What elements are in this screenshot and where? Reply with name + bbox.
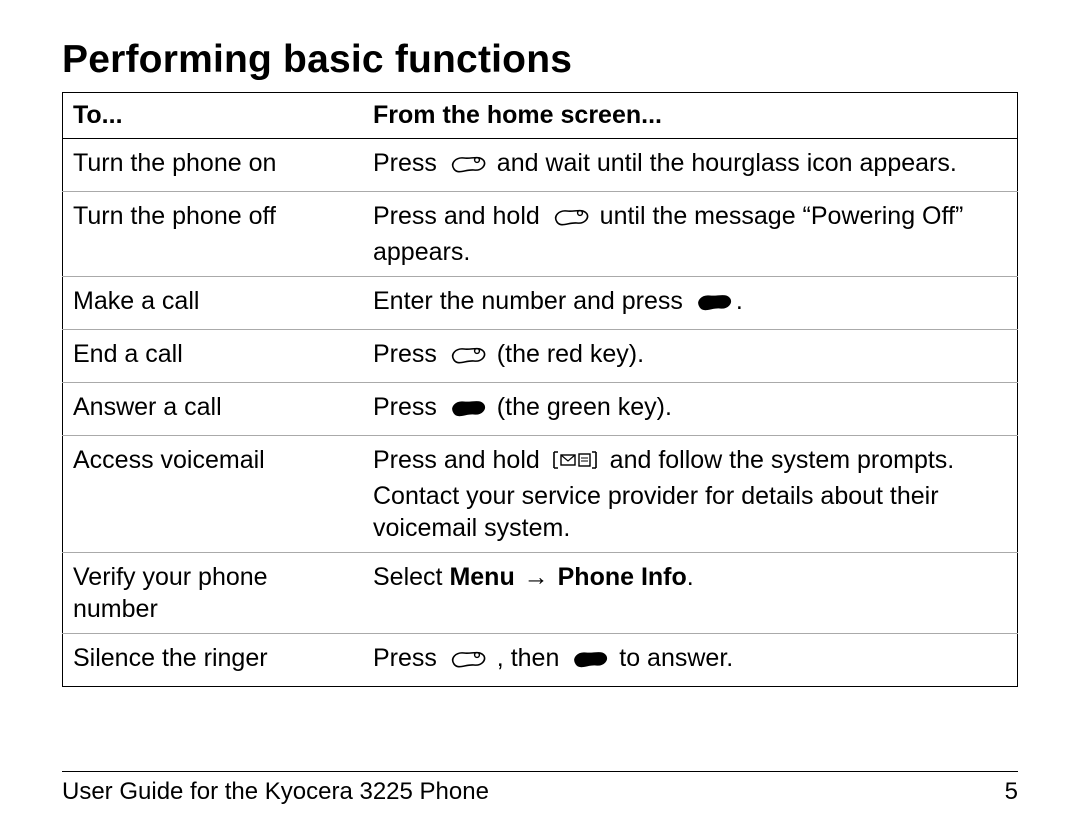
cell-from: Press (the green key). [363, 383, 1018, 436]
table-row: Answer a callPress (the green key). [63, 383, 1018, 436]
cell-to: Verify your phone number [63, 553, 364, 634]
page-title: Performing basic functions [62, 38, 1018, 82]
text-run: Menu [449, 563, 514, 591]
end-key-icon [551, 204, 589, 236]
text-run: . [736, 287, 743, 315]
text-run: Press [373, 393, 444, 421]
header-to: To... [63, 93, 364, 139]
text-run [515, 563, 522, 591]
send-key-solid-icon [694, 289, 732, 321]
text-run: Phone Info [558, 563, 687, 591]
text-run: . [687, 563, 694, 591]
cell-from: Press and wait until the hourglass icon … [363, 139, 1018, 192]
text-run: Select [373, 563, 449, 591]
send-key-solid-icon [448, 395, 486, 427]
cell-from: Press and hold until the message “Poweri… [363, 192, 1018, 277]
cell-from: Press (the red key). [363, 330, 1018, 383]
footer-left: User Guide for the Kyocera 3225 Phone [62, 778, 489, 806]
cell-to: Access voicemail [63, 436, 364, 553]
text-run: Press [373, 644, 444, 672]
text-run: and wait until the hourglass icon appear… [490, 149, 957, 177]
cell-to: Make a call [63, 277, 364, 330]
end-key-icon [448, 646, 486, 678]
send-key-solid-icon [570, 646, 608, 678]
table-header: To... From the home screen... [63, 93, 1018, 139]
text-run: Press [373, 149, 444, 177]
text-run [551, 563, 558, 591]
table-body: Turn the phone onPress and wait until th… [63, 139, 1018, 687]
text-run: Press and hold [373, 202, 547, 230]
text-run: to answer. [612, 644, 733, 672]
cell-from: Press and hold and follow the system pro… [363, 436, 1018, 553]
cell-from: Enter the number and press . [363, 277, 1018, 330]
page-root: Performing basic functions To... From th… [0, 0, 1080, 834]
cell-to: Turn the phone on [63, 139, 364, 192]
end-key-icon [448, 342, 486, 374]
voicemail-key-icon [551, 448, 599, 480]
text-run: Press and hold [373, 446, 547, 474]
table-row: Turn the phone offPress and hold until t… [63, 192, 1018, 277]
header-from: From the home screen... [363, 93, 1018, 139]
table-row: Silence the ringer Press , then to answe… [63, 634, 1018, 687]
cell-from: Select Menu → Phone Info. [363, 553, 1018, 634]
menu-arrow-icon: → [522, 561, 551, 593]
text-run: (the green key). [490, 393, 672, 421]
end-key-icon [448, 151, 486, 183]
table-row: End a callPress (the red key). [63, 330, 1018, 383]
page-footer: User Guide for the Kyocera 3225 Phone 5 [62, 771, 1018, 806]
text-run: (the red key). [490, 340, 644, 368]
cell-to: Turn the phone off [63, 192, 364, 277]
table-row: Turn the phone onPress and wait until th… [63, 139, 1018, 192]
functions-table: To... From the home screen... Turn the p… [62, 92, 1018, 687]
table-row: Verify your phone numberSelect Menu → Ph… [63, 553, 1018, 634]
footer-page-number: 5 [1005, 778, 1018, 806]
text-run: Press [373, 340, 444, 368]
cell-to: Silence the ringer [63, 634, 364, 687]
cell-from: Press , then to answer. [363, 634, 1018, 687]
cell-to: End a call [63, 330, 364, 383]
cell-to: Answer a call [63, 383, 364, 436]
table-row: Access voicemailPress and hold and follo… [63, 436, 1018, 553]
text-run: , then [490, 644, 566, 672]
text-run: Enter the number and press [373, 287, 690, 315]
table-row: Make a callEnter the number and press . [63, 277, 1018, 330]
